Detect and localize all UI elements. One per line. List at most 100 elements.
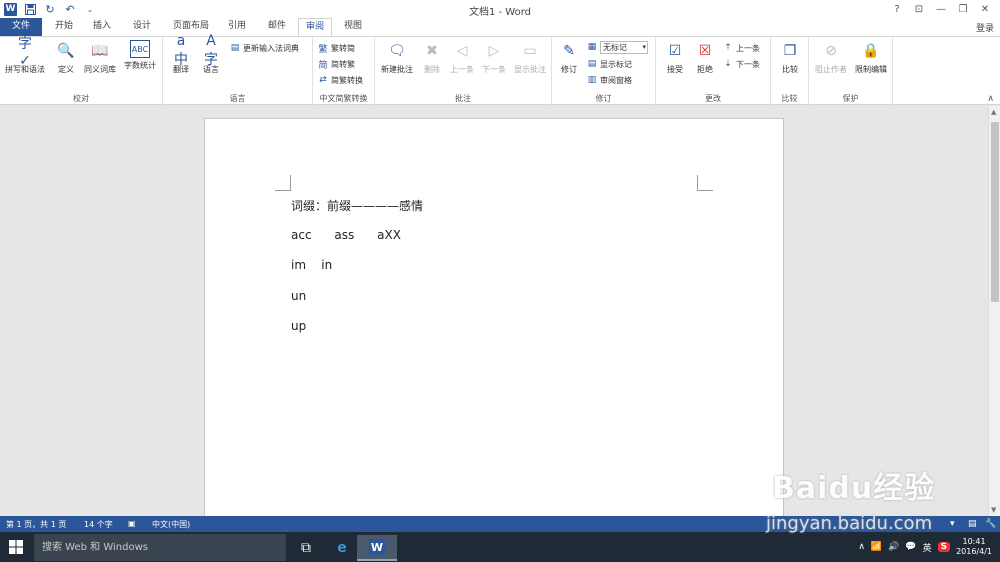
- task-view-icon[interactable]: ⧉: [286, 535, 326, 561]
- track-changes-icon: ✎: [563, 43, 575, 59]
- restrict-editing-icon: 🔒: [862, 43, 880, 59]
- language-status[interactable]: 中文(中国): [152, 519, 190, 530]
- delete-comment-icon: ✖: [426, 43, 438, 59]
- accept-button[interactable]: ☑ 接受: [662, 40, 688, 75]
- tab-home[interactable]: 开始: [48, 18, 80, 36]
- network-icon[interactable]: 📶: [871, 542, 882, 552]
- proofing-status-icon[interactable]: ▣: [128, 519, 136, 528]
- simplified-to-traditional-button[interactable]: 简 简转繁: [317, 57, 355, 71]
- delete-comment-label: 删除: [424, 65, 440, 74]
- doc-line-5[interactable]: up: [291, 319, 306, 333]
- compare-icon: ❐: [783, 43, 797, 59]
- accept-label: 接受: [667, 65, 683, 74]
- thesaurus-icon: 📖: [91, 43, 109, 59]
- show-markup-icon: ▤: [587, 59, 597, 69]
- tab-view[interactable]: 视图: [336, 18, 370, 36]
- translate-button[interactable]: a中 翻译: [167, 33, 195, 75]
- new-comment-button[interactable]: 🗨 新建批注: [377, 40, 417, 75]
- accept-icon: ☑: [668, 43, 682, 59]
- group-label-proofing: 校对: [73, 94, 89, 103]
- language-label: 语言: [203, 65, 219, 74]
- tab-design[interactable]: 设计: [124, 18, 160, 36]
- ime-indicator[interactable]: 英: [923, 541, 932, 554]
- reviewing-pane-button[interactable]: ▥ 审阅窗格: [586, 73, 632, 87]
- previous-change-button[interactable]: ⇡ 上一条: [722, 41, 760, 55]
- sign-in-link[interactable]: 登录: [976, 21, 994, 34]
- compare-button[interactable]: ❐ 比较: [776, 40, 804, 75]
- conversion-icon: ⇄: [319, 75, 327, 85]
- doc-line-1[interactable]: 词缀：前缀————感情: [291, 197, 423, 214]
- minimize-button[interactable]: —: [930, 1, 952, 17]
- ribbon: 字✓ 拼写和语法 🔍 定义 📖 同义词库 ABC 字数统计 校对 a中 翻译 A…: [0, 33, 1000, 105]
- tray-expand-icon[interactable]: ∧: [858, 542, 865, 552]
- traditional-to-simplified-button[interactable]: 繁 繁转简: [317, 41, 355, 55]
- s2t-label: 简转繁: [331, 59, 355, 69]
- block-authors-button[interactable]: ⊘ 阻止作者: [811, 40, 851, 75]
- update-ime-dictionary-button[interactable]: ▤ 更新输入法词典: [229, 41, 299, 55]
- tab-mailings[interactable]: 邮件: [260, 18, 294, 36]
- group-chinese-conversion: 繁 繁转简 简 简转繁 ⇄ 简繁转换 中文简繁转换: [313, 37, 375, 105]
- delete-comment-button[interactable]: ✖ 删除: [419, 40, 445, 75]
- tab-references[interactable]: 引用: [220, 18, 254, 36]
- word-taskbar-icon[interactable]: W: [357, 535, 397, 561]
- notification-icon[interactable]: 💬: [905, 542, 916, 552]
- tab-insert[interactable]: 插入: [86, 18, 118, 36]
- define-button[interactable]: 🔍 定义: [52, 40, 80, 75]
- markup-view-value[interactable]: 无标记: [600, 40, 648, 54]
- group-label-chinese: 中文简繁转换: [319, 94, 368, 103]
- word-count-status[interactable]: 14 个字: [84, 519, 113, 530]
- group-tracking: ✎ 修订 ▦ 无标记 ▤ 显示标记 ▥ 审阅窗格 修订: [552, 37, 656, 105]
- show-markup-button[interactable]: ▤ 显示标记: [586, 57, 632, 71]
- spelling-grammar-button[interactable]: 字✓ 拼写和语法: [2, 36, 48, 75]
- ribbon-display-options-button[interactable]: ⊡: [908, 1, 930, 17]
- group-label-changes: 更改: [705, 94, 721, 103]
- reject-button[interactable]: ☒ 拒绝: [692, 40, 718, 75]
- next-comment-button[interactable]: ▷ 下一条: [479, 40, 509, 75]
- edge-browser-icon[interactable]: e: [322, 535, 362, 561]
- doc-line-4[interactable]: un: [291, 289, 306, 303]
- reject-icon: ☒: [698, 43, 712, 59]
- group-comments: 🗨 新建批注 ✖ 删除 ◁ 上一条 ▷ 下一条 ▭ 显示批注 批注: [375, 37, 552, 105]
- group-label-tracking: 修订: [595, 94, 612, 103]
- thesaurus-button[interactable]: 📖 同义词库: [82, 40, 118, 75]
- track-changes-label: 修订: [561, 65, 577, 74]
- help-button[interactable]: ?: [886, 1, 908, 17]
- spelling-check-icon: 字✓: [18, 36, 32, 69]
- scrollbar-thumb[interactable]: [991, 122, 999, 302]
- chinese-conversion-button[interactable]: ⇄ 简繁转换: [317, 73, 363, 87]
- tab-review[interactable]: 审阅: [298, 18, 332, 37]
- scroll-up-icon[interactable]: ▲: [991, 108, 996, 116]
- collapse-ribbon-icon[interactable]: ∧: [987, 94, 994, 104]
- previous-comment-button[interactable]: ◁ 上一条: [447, 40, 477, 75]
- document-page[interactable]: 词缀：前缀————感情 acc ass aXX im in un up: [204, 118, 784, 516]
- group-label-comments: 批注: [455, 94, 471, 103]
- clock[interactable]: 10:41 2016/4/1: [956, 537, 992, 557]
- restrict-editing-button[interactable]: 🔒 限制编辑: [851, 40, 891, 75]
- system-tray: ∧ 📶 🔊 💬 英 S 10:41 2016/4/1: [858, 532, 1000, 562]
- doc-line-2[interactable]: acc ass aXX: [291, 228, 401, 242]
- show-comments-label: 显示批注: [514, 65, 546, 74]
- group-protect: ⊘ 阻止作者 🔒 限制编辑 保护: [809, 37, 893, 105]
- doc-line-3[interactable]: im in: [291, 258, 332, 272]
- maximize-button[interactable]: ❐: [952, 1, 974, 17]
- language-button[interactable]: A字 语言: [197, 33, 225, 75]
- page-count-status[interactable]: 第 1 页，共 1 页: [6, 519, 66, 530]
- sogou-ime-icon[interactable]: S: [937, 542, 951, 552]
- translate-icon: a中: [174, 33, 188, 68]
- s2t-icon: 简: [318, 60, 328, 71]
- previous-change-icon: ⇡: [724, 43, 732, 53]
- taskbar-search-box[interactable]: 搜索 Web 和 Windows: [34, 534, 286, 561]
- track-changes-button[interactable]: ✎ 修订: [556, 40, 582, 75]
- show-comments-button[interactable]: ▭ 显示批注: [511, 40, 549, 75]
- margin-corner-left: [275, 175, 291, 191]
- next-change-button[interactable]: ⇣ 下一条: [722, 57, 760, 71]
- close-button[interactable]: ✕: [974, 1, 996, 17]
- group-label-compare: 比较: [781, 94, 798, 103]
- windows-start-icon[interactable]: [8, 539, 24, 555]
- volume-icon[interactable]: 🔊: [888, 542, 899, 552]
- previous-comment-label: 上一条: [450, 65, 474, 74]
- reviewing-pane-icon: ▥: [587, 75, 597, 85]
- word-count-button[interactable]: ABC 字数统计: [120, 40, 160, 71]
- markup-view-combo[interactable]: ▦ 无标记: [586, 40, 648, 54]
- update-ime-label: 更新输入法词典: [243, 43, 299, 53]
